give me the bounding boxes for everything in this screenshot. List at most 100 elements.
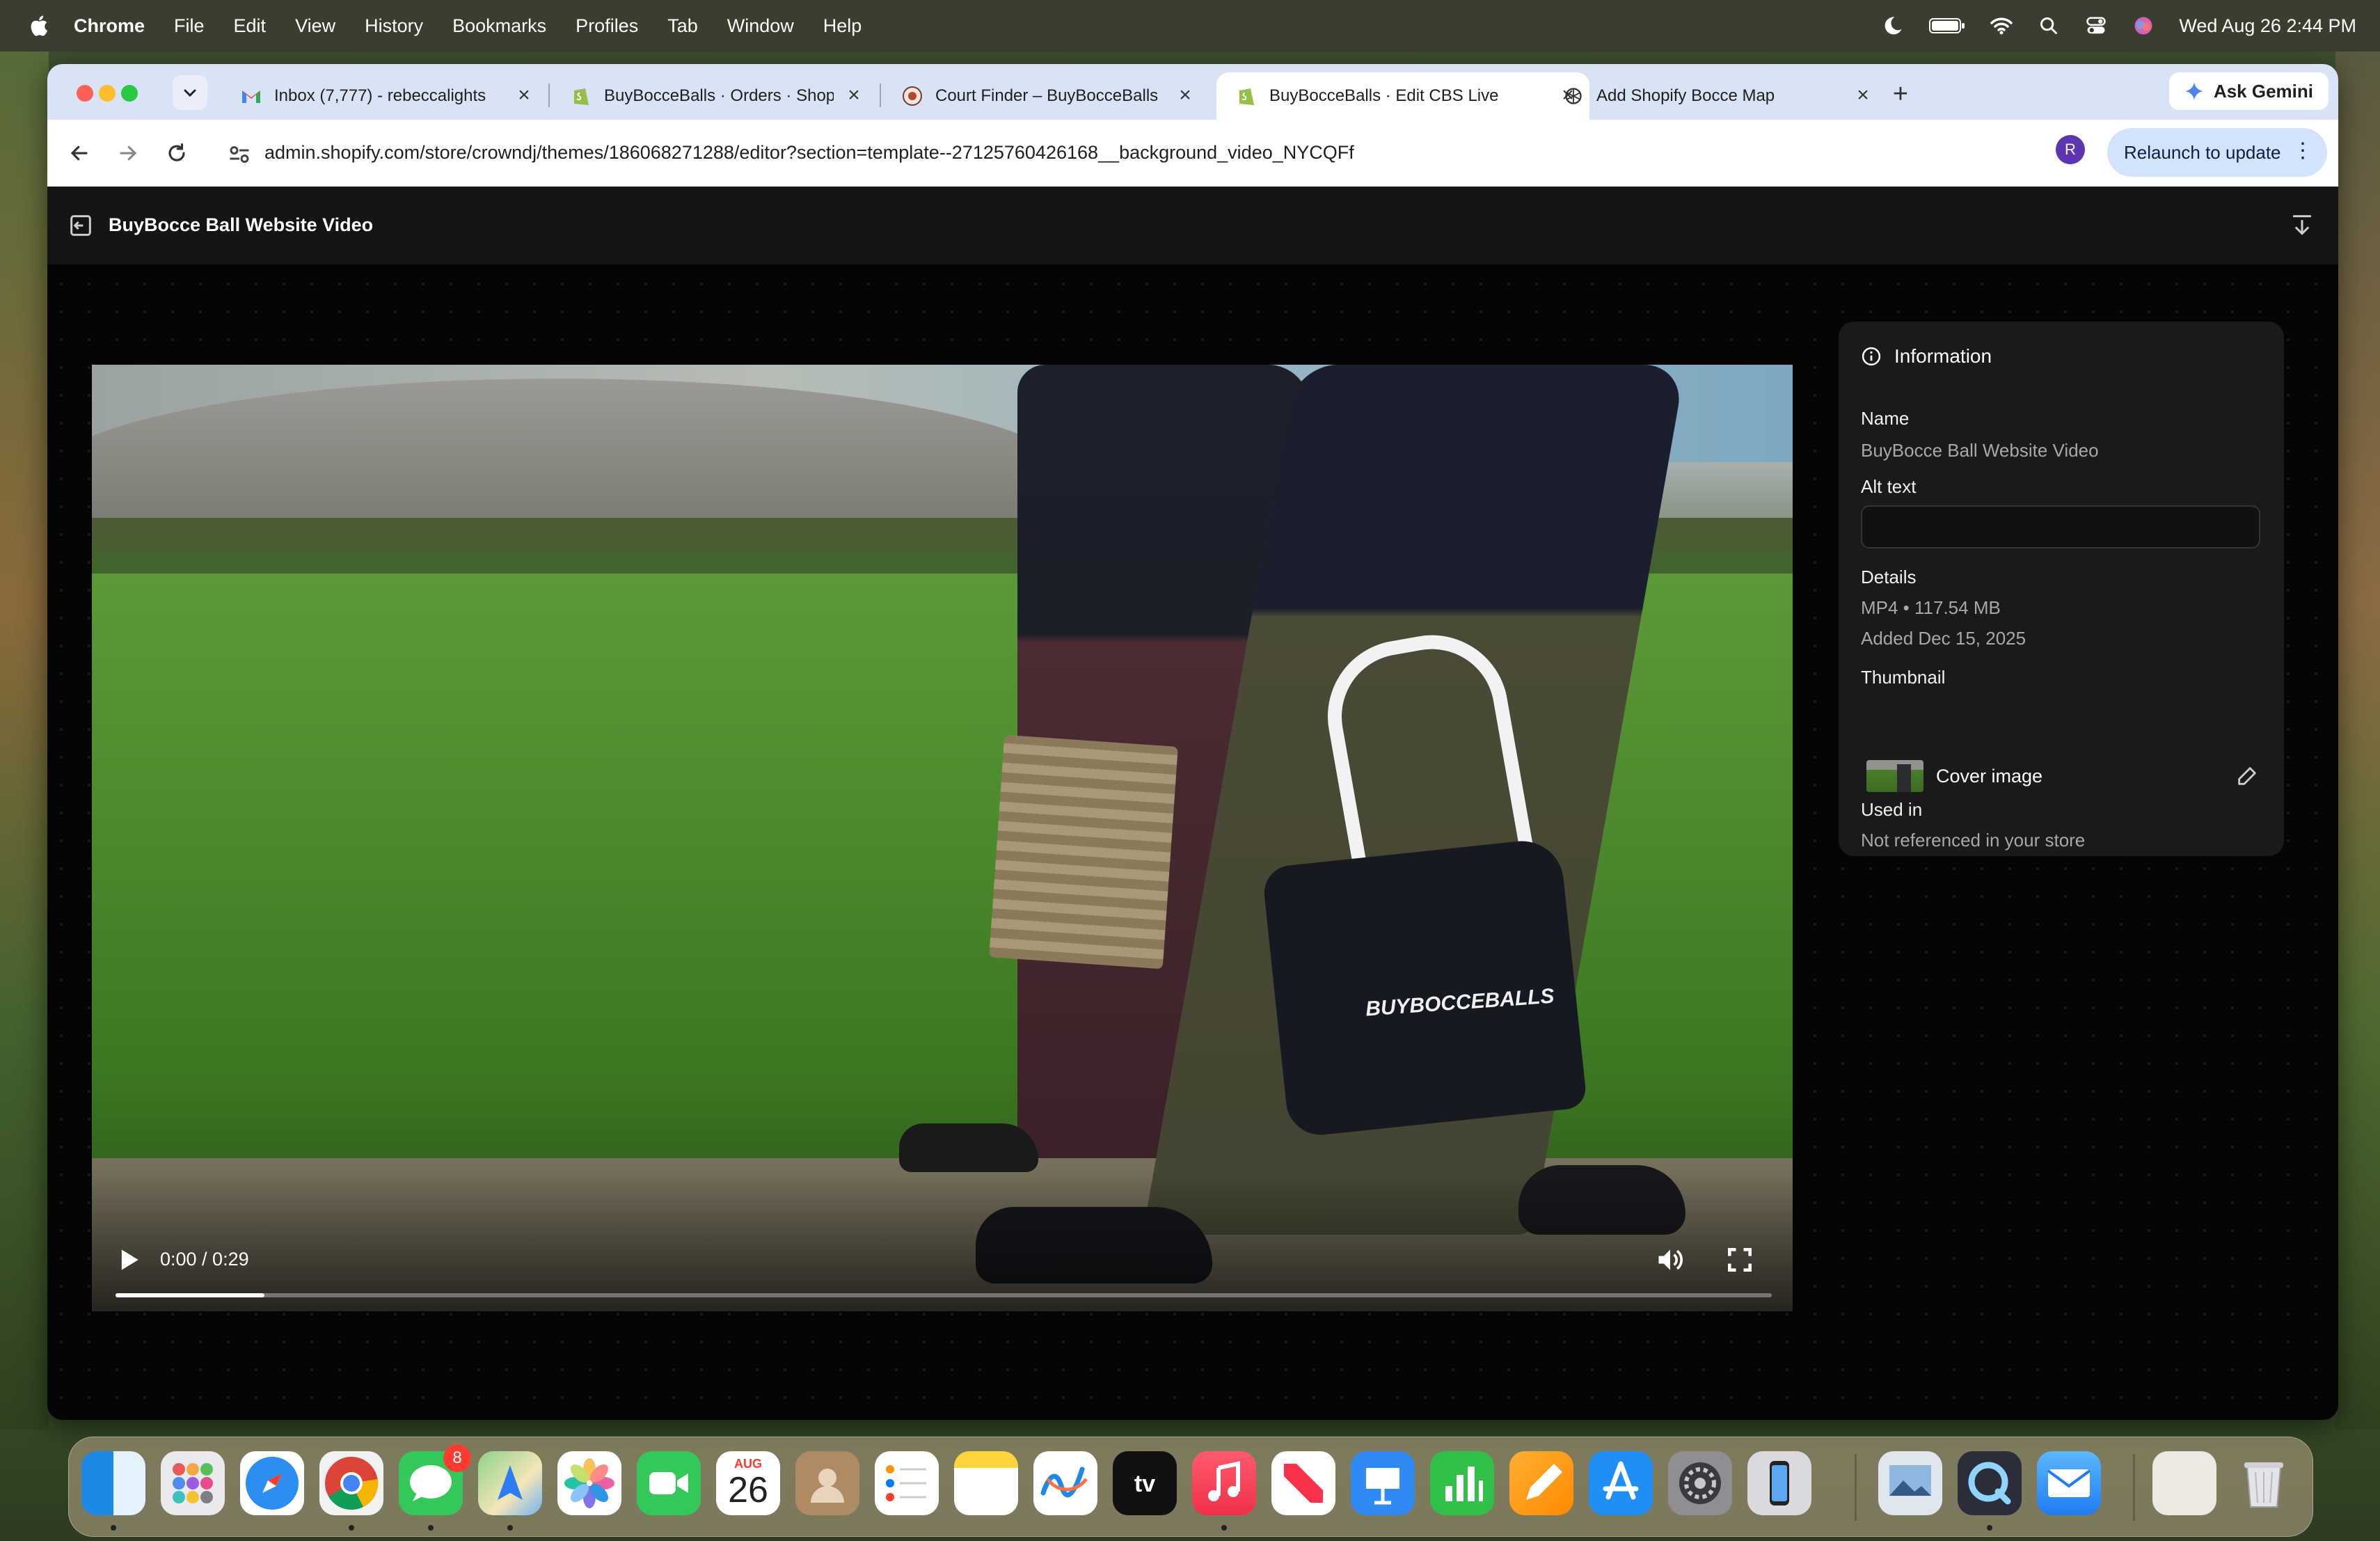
menu-profiles[interactable]: Profiles — [576, 15, 638, 37]
info-icon — [1862, 347, 1881, 366]
menu-edit[interactable]: Edit — [234, 15, 267, 37]
volume-icon[interactable] — [1655, 1244, 1685, 1275]
running-indicator — [1987, 1525, 1992, 1531]
calendar-icon[interactable]: AUG 26 — [716, 1451, 780, 1515]
reload-button[interactable] — [160, 136, 193, 170]
launchpad-icon[interactable] — [161, 1451, 225, 1515]
menu-bookmarks[interactable]: Bookmarks — [452, 15, 546, 37]
battery-icon[interactable] — [1928, 14, 1966, 38]
keynote-icon[interactable] — [1351, 1451, 1415, 1515]
finder-icon[interactable] — [81, 1451, 145, 1515]
notes-icon[interactable] — [954, 1451, 1018, 1515]
arrow-right-icon — [120, 145, 137, 161]
download-icon[interactable] — [2288, 212, 2316, 239]
facetime-icon[interactable] — [637, 1451, 701, 1515]
tab-search-button[interactable] — [173, 75, 207, 110]
minimize-window-button[interactable] — [99, 85, 116, 102]
music-icon[interactable] — [1192, 1451, 1256, 1515]
url-text: admin.shopify.com/store/crowndj/themes/1… — [264, 142, 1354, 163]
fullscreen-icon[interactable] — [1724, 1244, 1755, 1275]
back-button[interactable] — [63, 136, 96, 170]
information-heading-text: Information — [1894, 345, 1992, 367]
close-tab-icon[interactable]: × — [514, 85, 534, 106]
tab-gmail[interactable]: Inbox (7,777) - rebeccalights × — [221, 72, 546, 120]
app-store-icon[interactable] — [1589, 1451, 1653, 1515]
spotlight-search-icon[interactable] — [2037, 14, 2061, 38]
menu-clock[interactable]: Wed Aug 26 2:44 PM — [2179, 15, 2356, 37]
thumbnail-name: Cover image — [1936, 766, 2043, 787]
contacts-icon[interactable] — [795, 1451, 859, 1515]
thumbnail-label: Thumbnail — [1861, 667, 1946, 688]
photos-icon[interactable] — [557, 1451, 621, 1515]
close-tab-icon[interactable]: × — [1175, 85, 1196, 106]
pages-icon[interactable] — [1509, 1451, 1573, 1515]
menu-history[interactable]: History — [365, 15, 423, 37]
edit-pencil-icon[interactable] — [2235, 764, 2259, 788]
alt-text-label: Alt text — [1861, 476, 1917, 497]
system-settings-icon[interactable] — [1668, 1451, 1732, 1515]
quicktime-icon[interactable] — [1958, 1451, 2022, 1515]
moon-icon[interactable] — [1881, 14, 1905, 38]
tab-bocce-map[interactable]: Add Shopify Bocce Map × — [1544, 72, 1885, 120]
menu-help[interactable]: Help — [823, 15, 862, 37]
reminders-icon[interactable] — [875, 1451, 939, 1515]
close-tab-icon[interactable]: × — [843, 85, 864, 106]
thumbnail-image — [1866, 760, 1923, 792]
tab-strip: Inbox (7,777) - rebeccalights × BuyBocce… — [47, 64, 2338, 120]
video-player[interactable]: BUYBOCCEBALLS 0:00 / 0:29 — [92, 365, 1793, 1311]
video-progress-track[interactable] — [116, 1293, 1772, 1297]
ask-gemini-label: Ask Gemini — [2213, 80, 2313, 102]
apple-icon[interactable] — [28, 14, 49, 38]
chrome-window: Inbox (7,777) - rebeccalights × BuyBocce… — [47, 64, 2338, 1420]
menu-view[interactable]: View — [295, 15, 335, 37]
video-scene-basket — [989, 734, 1178, 970]
tab-divider — [548, 84, 550, 107]
menu-app-name[interactable]: Chrome — [74, 15, 145, 37]
relaunch-to-update-button[interactable]: Relaunch to update ⋮ — [2107, 128, 2327, 177]
used-in-value: Not referenced in your store — [1861, 830, 2086, 851]
desktop-wallpaper-left — [0, 52, 49, 1430]
zoom-window-button[interactable] — [121, 85, 138, 102]
safari-icon[interactable] — [240, 1451, 304, 1515]
details-added: Added Dec 15, 2025 — [1861, 628, 2026, 649]
apple-tv-icon[interactable]: tv — [1113, 1451, 1177, 1515]
running-indicator — [507, 1525, 513, 1531]
wifi-icon[interactable] — [1990, 14, 2013, 38]
maps-icon[interactable] — [478, 1451, 542, 1515]
address-bar[interactable]: admin.shopify.com/store/crowndj/themes/1… — [214, 129, 2178, 177]
preview-icon[interactable] — [1878, 1451, 1942, 1515]
trash-icon[interactable] — [2232, 1451, 2296, 1515]
siri-icon[interactable] — [2132, 14, 2155, 38]
numbers-icon[interactable] — [1430, 1451, 1494, 1515]
mail-icon[interactable] — [2037, 1451, 2101, 1515]
tab-orders[interactable]: BuyBocceBalls · Orders · Shop × — [551, 72, 875, 120]
site-info-icon[interactable] — [227, 142, 252, 167]
tab-court-finder[interactable]: Court Finder – BuyBocceBalls × — [882, 72, 1207, 120]
close-tab-icon[interactable]: × — [1853, 85, 1873, 106]
chrome-icon[interactable] — [319, 1451, 383, 1515]
exit-icon[interactable] — [67, 212, 95, 239]
alt-text-input[interactable] — [1861, 505, 2260, 548]
menu-window[interactable]: Window — [727, 15, 794, 37]
more-vertical-icon[interactable]: ⋮ — [2292, 141, 2313, 161]
play-icon[interactable] — [113, 1244, 143, 1275]
forward-button[interactable] — [111, 136, 145, 170]
close-window-button[interactable] — [77, 85, 93, 102]
reload-icon — [168, 143, 185, 161]
more-options-icon[interactable] — [1791, 1244, 1793, 1275]
details-label: Details — [1861, 567, 1917, 587]
profile-avatar[interactable]: R — [2056, 135, 2085, 164]
downloads-folder-icon[interactable] — [2152, 1451, 2216, 1515]
freeform-icon[interactable] — [1033, 1451, 1097, 1515]
iphone-mirroring-icon[interactable] — [1747, 1451, 1811, 1515]
information-panel: Information Name BuyBocce Ball Website V… — [1839, 322, 2284, 856]
tab-label: Add Shopify Bocce Map — [1596, 86, 1775, 105]
news-icon[interactable] — [1271, 1451, 1335, 1515]
ask-gemini-button[interactable]: Ask Gemini — [2168, 72, 2329, 110]
tab-edit-cbs-live[interactable]: BuyBocceBalls · Edit CBS Live × — [1216, 72, 1589, 120]
new-tab-button[interactable]: + — [1885, 78, 1917, 110]
menu-file[interactable]: File — [174, 15, 205, 37]
control-center-icon[interactable] — [2084, 14, 2108, 38]
dock: 8 AUG 26 tv — [68, 1437, 2313, 1537]
menu-tab[interactable]: Tab — [667, 15, 698, 37]
